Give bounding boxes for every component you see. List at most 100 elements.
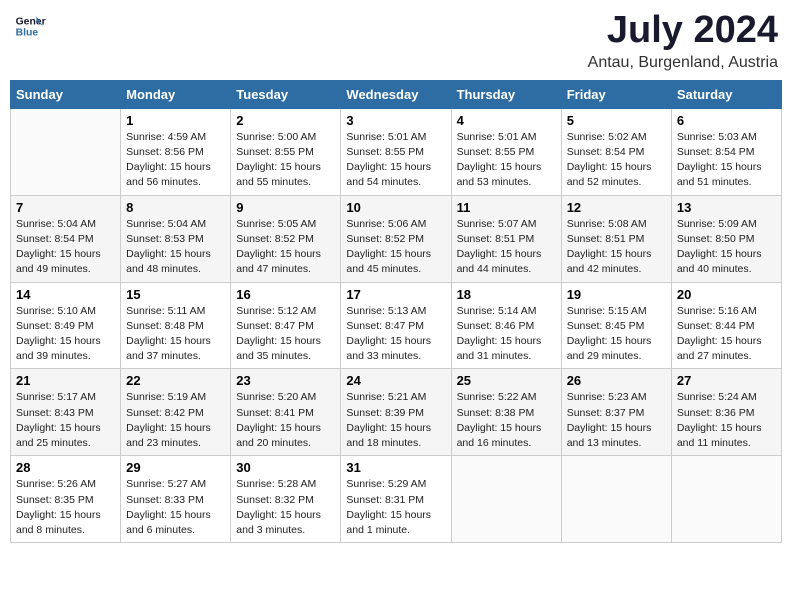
day-number: 3 [346, 113, 445, 128]
day-number: 17 [346, 287, 445, 302]
day-number: 11 [457, 200, 556, 215]
day-info: Sunrise: 5:08 AMSunset: 8:51 PMDaylight:… [567, 217, 666, 278]
calendar-cell: 2Sunrise: 5:00 AMSunset: 8:55 PMDaylight… [231, 108, 341, 195]
calendar-cell: 28 Sunrise: 5:26 AMSunset: 8:35 PMDayligh… [11, 456, 121, 543]
day-number: 30 [236, 460, 335, 475]
calendar-cell: 1Sunrise: 4:59 AMSunset: 8:56 PMDaylight… [121, 108, 231, 195]
calendar-header-row: SundayMondayTuesdayWednesdayThursdayFrid… [11, 80, 782, 108]
calendar-cell: 8 Sunrise: 5:04 AMSunset: 8:53 PMDaylight… [121, 195, 231, 282]
calendar-cell: 23Sunrise: 5:20 AMSunset: 8:41 PMDayligh… [231, 369, 341, 456]
day-info: Sunrise: 5:13 AMSunset: 8:47 PMDaylight:… [346, 304, 445, 365]
day-number: 14 [16, 287, 115, 302]
day-info: Sunrise: 5:23 AMSunset: 8:37 PMDaylight:… [567, 390, 666, 451]
day-info: Sunrise: 5:28 AMSunset: 8:32 PMDaylight:… [236, 477, 335, 538]
column-header-friday: Friday [561, 80, 671, 108]
calendar-cell: 14 Sunrise: 5:10 AMSunset: 8:49 PMDayligh… [11, 282, 121, 369]
column-header-saturday: Saturday [671, 80, 781, 108]
month-title: July 2024 [588, 10, 778, 52]
day-number: 10 [346, 200, 445, 215]
day-info: Sunrise: 5:10 AMSunset: 8:49 PMDaylight:… [16, 304, 115, 365]
calendar-cell: 12Sunrise: 5:08 AMSunset: 8:51 PMDayligh… [561, 195, 671, 282]
day-number: 19 [567, 287, 666, 302]
day-info: Sunrise: 5:06 AMSunset: 8:52 PMDaylight:… [346, 217, 445, 278]
day-number: 5 [567, 113, 666, 128]
calendar-week-row: 21Sunrise: 5:17 AMSunset: 8:43 PMDayligh… [11, 369, 782, 456]
day-info: Sunrise: 5:14 AMSunset: 8:46 PMDaylight:… [457, 304, 556, 365]
logo: General Blue [14, 10, 46, 42]
calendar-cell: 21Sunrise: 5:17 AMSunset: 8:43 PMDayligh… [11, 369, 121, 456]
day-info: Sunrise: 5:11 AMSunset: 8:48 PMDaylight:… [126, 304, 225, 365]
day-info: Sunrise: 5:01 AMSunset: 8:55 PMDaylight:… [457, 130, 556, 191]
day-number: 8 [126, 200, 225, 215]
calendar-cell: 30 Sunrise: 5:28 AMSunset: 8:32 PMDayligh… [231, 456, 341, 543]
calendar-cell: 6Sunrise: 5:03 AMSunset: 8:54 PMDaylight… [671, 108, 781, 195]
logo-icon: General Blue [14, 10, 46, 42]
column-header-thursday: Thursday [451, 80, 561, 108]
day-info: Sunrise: 5:04 AMSunset: 8:53 PMDaylight:… [126, 217, 225, 278]
day-number: 7 [16, 200, 115, 215]
day-number: 22 [126, 373, 225, 388]
day-info: Sunrise: 5:04 AMSunset: 8:54 PMDaylight:… [16, 217, 115, 278]
calendar-cell: 25Sunrise: 5:22 AMSunset: 8:38 PMDayligh… [451, 369, 561, 456]
column-header-sunday: Sunday [11, 80, 121, 108]
day-info: Sunrise: 5:16 AMSunset: 8:44 PMDaylight:… [677, 304, 776, 365]
calendar-cell: 5 Sunrise: 5:02 AMSunset: 8:54 PMDaylight… [561, 108, 671, 195]
calendar-cell [671, 456, 781, 543]
calendar-week-row: 7 Sunrise: 5:04 AMSunset: 8:54 PMDaylight… [11, 195, 782, 282]
calendar-table: SundayMondayTuesdayWednesdayThursdayFrid… [10, 80, 782, 543]
day-info: Sunrise: 5:07 AMSunset: 8:51 PMDaylight:… [457, 217, 556, 278]
calendar-cell: 15 Sunrise: 5:11 AMSunset: 8:48 PMDayligh… [121, 282, 231, 369]
calendar-week-row: 14 Sunrise: 5:10 AMSunset: 8:49 PMDayligh… [11, 282, 782, 369]
calendar-cell: 20 Sunrise: 5:16 AMSunset: 8:44 PMDayligh… [671, 282, 781, 369]
day-number: 25 [457, 373, 556, 388]
day-info: Sunrise: 5:02 AMSunset: 8:54 PMDaylight:… [567, 130, 666, 191]
column-header-monday: Monday [121, 80, 231, 108]
calendar-cell: 13Sunrise: 5:09 AMSunset: 8:50 PMDayligh… [671, 195, 781, 282]
calendar-cell: 10 Sunrise: 5:06 AMSunset: 8:52 PMDayligh… [341, 195, 451, 282]
calendar-cell: 29 Sunrise: 5:27 AMSunset: 8:33 PMDayligh… [121, 456, 231, 543]
day-info: Sunrise: 5:03 AMSunset: 8:54 PMDaylight:… [677, 130, 776, 191]
day-number: 16 [236, 287, 335, 302]
calendar-cell: 4Sunrise: 5:01 AMSunset: 8:55 PMDaylight… [451, 108, 561, 195]
calendar-cell [561, 456, 671, 543]
calendar-cell: 9 Sunrise: 5:05 AMSunset: 8:52 PMDaylight… [231, 195, 341, 282]
day-info: Sunrise: 5:05 AMSunset: 8:52 PMDaylight:… [236, 217, 335, 278]
calendar-cell: 31 Sunrise: 5:29 AMSunset: 8:31 PMDayligh… [341, 456, 451, 543]
day-number: 29 [126, 460, 225, 475]
day-number: 13 [677, 200, 776, 215]
calendar-week-row: 28 Sunrise: 5:26 AMSunset: 8:35 PMDayligh… [11, 456, 782, 543]
location: Antau, Burgenland, Austria [588, 54, 778, 72]
calendar-cell: 27Sunrise: 5:24 AMSunset: 8:36 PMDayligh… [671, 369, 781, 456]
day-info: Sunrise: 5:17 AMSunset: 8:43 PMDaylight:… [16, 390, 115, 451]
title-block: July 2024 Antau, Burgenland, Austria [588, 10, 778, 72]
column-header-tuesday: Tuesday [231, 80, 341, 108]
calendar-week-row: 1Sunrise: 4:59 AMSunset: 8:56 PMDaylight… [11, 108, 782, 195]
day-info: Sunrise: 5:29 AMSunset: 8:31 PMDaylight:… [346, 477, 445, 538]
day-number: 20 [677, 287, 776, 302]
calendar-cell: 22 Sunrise: 5:19 AMSunset: 8:42 PMDayligh… [121, 369, 231, 456]
day-number: 26 [567, 373, 666, 388]
day-info: Sunrise: 5:19 AMSunset: 8:42 PMDaylight:… [126, 390, 225, 451]
day-info: Sunrise: 5:21 AMSunset: 8:39 PMDaylight:… [346, 390, 445, 451]
day-info: Sunrise: 4:59 AMSunset: 8:56 PMDaylight:… [126, 130, 225, 191]
calendar-cell: 26 Sunrise: 5:23 AMSunset: 8:37 PMDayligh… [561, 369, 671, 456]
day-info: Sunrise: 5:27 AMSunset: 8:33 PMDaylight:… [126, 477, 225, 538]
day-number: 9 [236, 200, 335, 215]
day-number: 18 [457, 287, 556, 302]
day-info: Sunrise: 5:26 AMSunset: 8:35 PMDaylight:… [16, 477, 115, 538]
svg-text:General: General [16, 16, 46, 27]
day-number: 23 [236, 373, 335, 388]
day-info: Sunrise: 5:15 AMSunset: 8:45 PMDaylight:… [567, 304, 666, 365]
calendar-cell [451, 456, 561, 543]
calendar-cell [11, 108, 121, 195]
day-number: 15 [126, 287, 225, 302]
calendar-cell: 18 Sunrise: 5:14 AMSunset: 8:46 PMDayligh… [451, 282, 561, 369]
day-info: Sunrise: 5:12 AMSunset: 8:47 PMDaylight:… [236, 304, 335, 365]
calendar-cell: 19 Sunrise: 5:15 AMSunset: 8:45 PMDayligh… [561, 282, 671, 369]
day-number: 27 [677, 373, 776, 388]
day-info: Sunrise: 5:00 AMSunset: 8:55 PMDaylight:… [236, 130, 335, 191]
day-number: 28 [16, 460, 115, 475]
day-info: Sunrise: 5:01 AMSunset: 8:55 PMDaylight:… [346, 130, 445, 191]
day-number: 31 [346, 460, 445, 475]
calendar-cell: 11 Sunrise: 5:07 AMSunset: 8:51 PMDayligh… [451, 195, 561, 282]
